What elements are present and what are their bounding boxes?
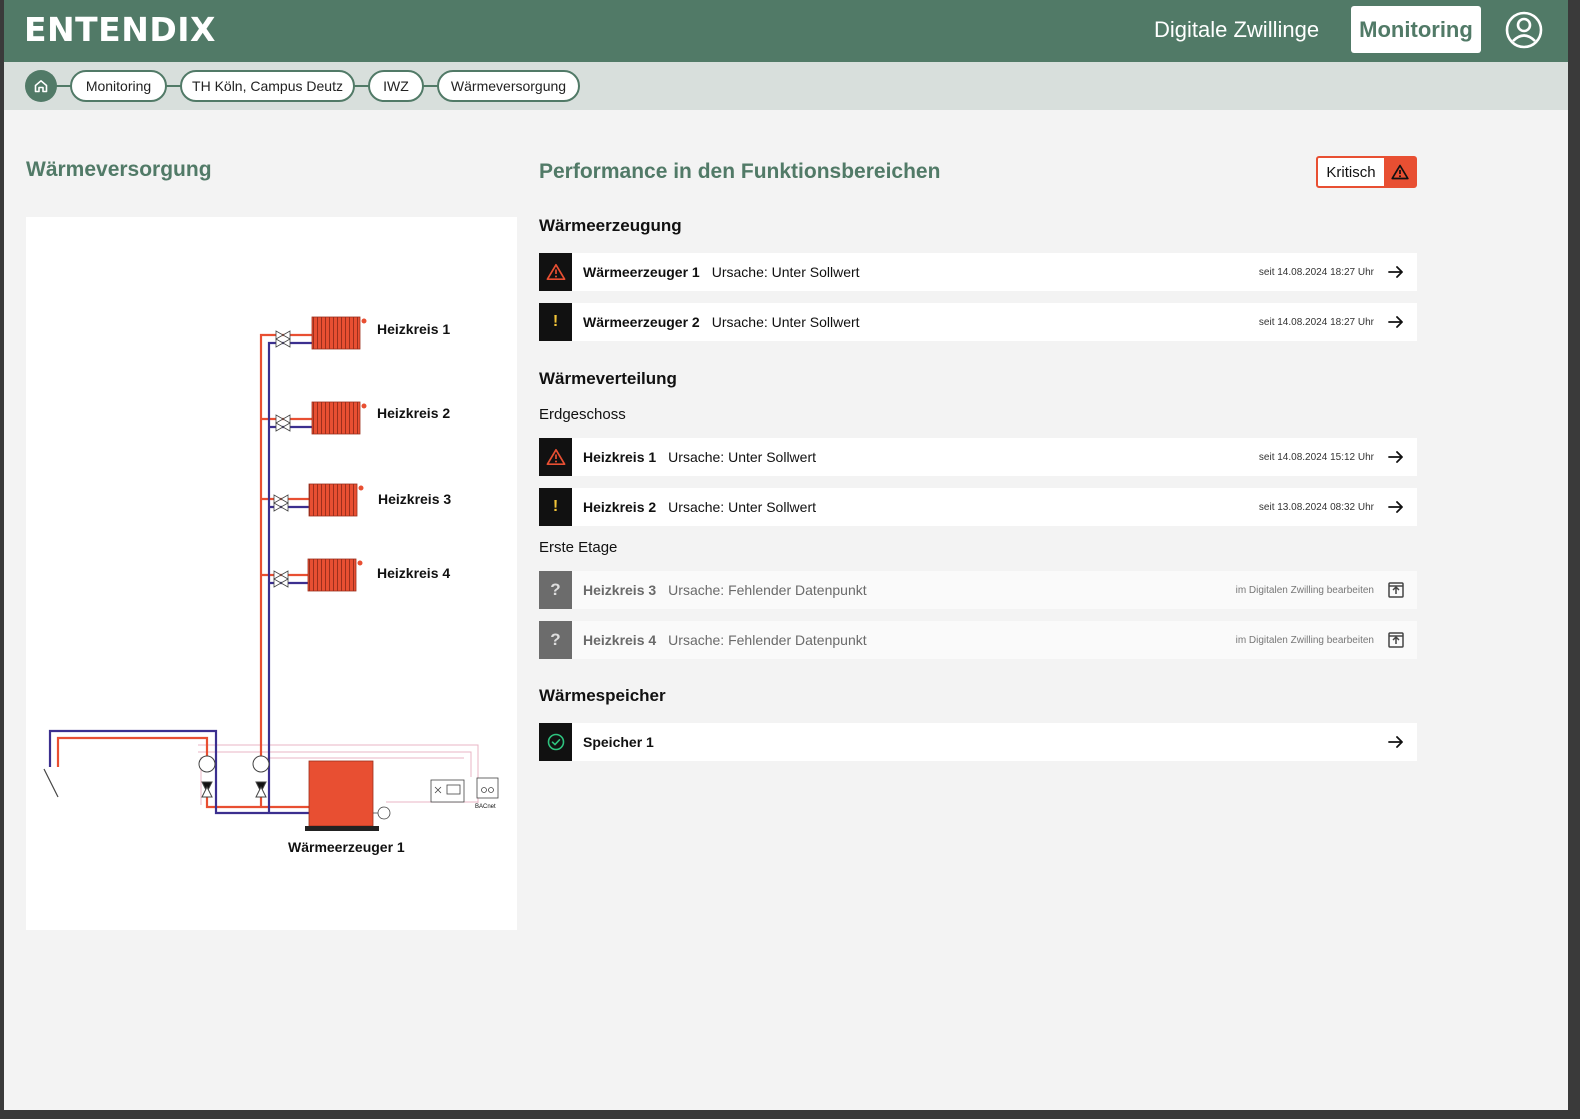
breadcrumb-home[interactable] [25,70,57,102]
top-bar: ENTENDIX Digitale Zwillinge Monitoring [4,0,1568,62]
list-item-time: seit 13.08.2024 08:32 Uhr [1258,501,1374,513]
valves [273,330,291,588]
warning-triangle-icon [1390,164,1409,180]
label-bacnet: BACnet [475,804,496,810]
list-item-speicher-1[interactable]: Speicher 1 [539,723,1417,761]
list-item-waermeerzeuger-2[interactable]: ! Wärmeerzeuger 2 Ursache: Unter Sollwer… [539,303,1417,341]
warning-exclamation-icon: ! [552,313,559,330]
label-heizkreis-1: Heizkreis 1 [377,321,451,337]
arrow-right-icon [1388,451,1403,463]
status-badge-label: Kritisch [1326,163,1376,181]
arrow-right-icon [1388,736,1403,748]
arrow-right-icon [1388,501,1403,513]
list-item-cause: Ursache: Unter Sollwert [668,449,816,465]
return-pipes [48,341,312,815]
list-item-time: seit 14.08.2024 18:27 Uhr [1258,266,1374,278]
list-item-time: seit 14.08.2024 18:27 Uhr [1258,316,1374,328]
system-diagram: Heizkreis 1 Heizkreis 2 Heizkreis 3 Heiz… [26,217,517,930]
list-item-cause: Ursache: Fehlender Datenpunkt [668,582,867,598]
question-mark-icon: ? [550,630,561,649]
status-badge[interactable]: Kritisch [1316,156,1417,188]
list-item-edit-hint: im Digitalen Zwilling bearbeiten [1235,634,1374,646]
nav-digitale-zwillinge[interactable]: Digitale Zwillinge [1154,16,1319,44]
list-item-heizkreis-1[interactable]: Heizkreis 1 Ursache: Unter Sollwert seit… [539,438,1417,476]
breadcrumb-item-iwz[interactable]: IWZ [368,70,424,102]
radiators [307,316,367,592]
label-heizkreis-4: Heizkreis 4 [377,565,451,581]
open-external-icon[interactable] [1387,581,1405,599]
critical-warning-icon [546,448,565,466]
list-item-name: Wärmeerzeuger 2 [583,314,700,330]
list-item-cause: Ursache: Unter Sollwert [711,314,860,330]
list-item-cause: Ursache: Fehlender Datenpunkt [668,632,867,648]
open-external-icon[interactable] [1387,631,1405,649]
home-icon [34,80,48,93]
list-item-name: Heizkreis 1 [583,449,657,465]
app-window: ENTENDIX Digitale Zwillinge Monitoring M… [4,0,1568,1110]
list-item-heizkreis-4[interactable]: ? Heizkreis 4 Ursache: Fehlender Datenpu… [539,621,1417,659]
user-account-icon[interactable] [1504,10,1544,50]
list-item-name: Heizkreis 3 [583,582,657,598]
nav-monitoring-button[interactable]: Monitoring [1351,6,1481,53]
list-item-heizkreis-3[interactable]: ? Heizkreis 3 Ursache: Fehlender Datenpu… [539,571,1417,609]
list-item-edit-hint: im Digitalen Zwilling bearbeiten [1235,584,1374,596]
label-heizkreis-2: Heizkreis 2 [377,405,451,421]
diagram-title: Wärmeversorgung [26,158,212,181]
list-item-cause: Ursache: Unter Sollwert [711,264,860,280]
check-circle-icon [547,733,564,751]
list-item-name: Wärmeerzeuger 1 [583,264,700,280]
label-waermeerzeuger-1: Wärmeerzeuger 1 [288,839,405,855]
question-mark-icon: ? [550,580,561,599]
pumps [198,755,270,798]
list-item-name: Heizkreis 4 [583,632,657,648]
group-title-erste-etage: Erste Etage [539,539,618,556]
breadcrumb-item-campus[interactable]: TH Köln, Campus Deutz [180,70,355,102]
list-item-waermeerzeuger-1[interactable]: Wärmeerzeuger 1 Ursache: Unter Sollwert … [539,253,1417,291]
section-title-waermeerzeugung: Wärmeerzeugung [539,216,682,235]
list-item-cause: Ursache: Unter Sollwert [668,499,816,515]
outdoor-sensor [43,768,59,798]
list-item-time: seit 14.08.2024 15:12 Uhr [1258,451,1374,463]
section-title-waermespeicher: Wärmespeicher [539,686,666,705]
warning-exclamation-icon: ! [552,498,559,515]
group-title-erdgeschoss: Erdgeschoss [539,406,626,423]
list-item-name: Heizkreis 2 [583,499,657,515]
breadcrumb-item-monitoring[interactable]: Monitoring [70,70,167,102]
section-title-waermeverteilung: Wärmeverteilung [539,369,677,388]
arrow-right-icon [1388,316,1403,328]
arrow-right-icon [1388,266,1403,278]
boiler [305,760,391,831]
list-item-name: Speicher 1 [583,734,654,750]
controllers [430,777,499,803]
logo: ENTENDIX [24,10,216,49]
breadcrumb-item-waermeversorgung[interactable]: Wärmeversorgung [437,70,580,102]
performance-title: Performance in den Funktionsbereichen [539,160,941,183]
list-item-heizkreis-2[interactable]: ! Heizkreis 2 Ursache: Unter Sollwert se… [539,488,1417,526]
critical-warning-icon [546,263,565,281]
label-heizkreis-3: Heizkreis 3 [378,491,452,507]
